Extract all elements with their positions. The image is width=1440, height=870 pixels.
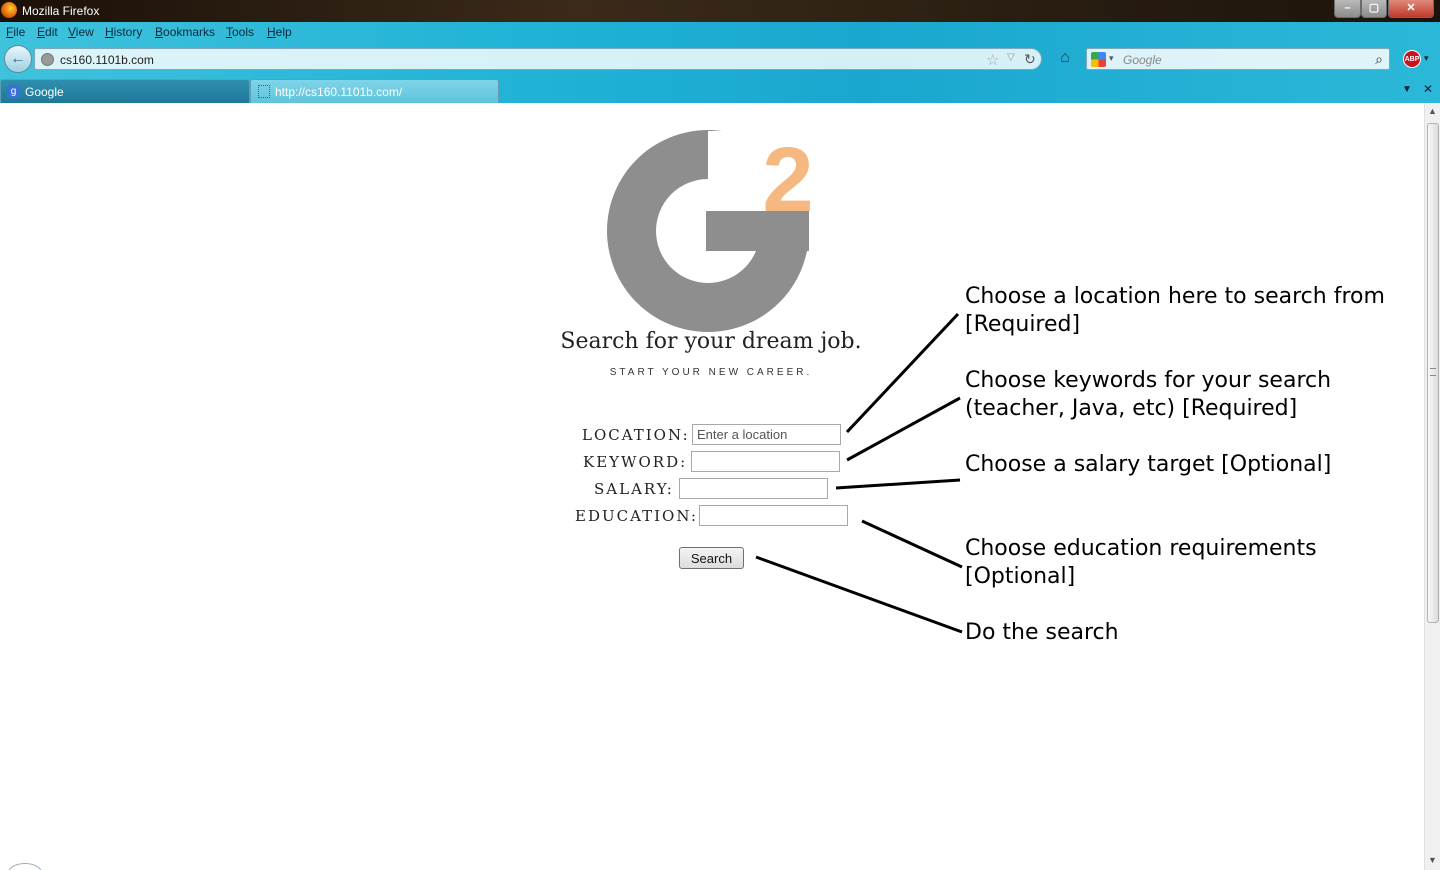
annotation-line-education	[861, 519, 963, 569]
home-icon[interactable]: ⌂	[1054, 49, 1076, 69]
annotation-search: Do the search	[965, 620, 1119, 645]
search-placeholder[interactable]: Google	[1123, 53, 1162, 67]
menu-view[interactable]: View	[68, 25, 94, 39]
scroll-down-icon[interactable]: ▼	[1428, 855, 1437, 865]
g2-logo: 2	[607, 129, 820, 332]
logo-superscript: 2	[762, 129, 813, 231]
url-dropdown-icon[interactable]: ▽	[1007, 52, 1015, 63]
status-indicator-icon	[8, 863, 42, 870]
tab-google[interactable]: g Google	[0, 79, 250, 103]
menu-bookmarks[interactable]: Bookmarks	[155, 25, 215, 39]
education-label: EDUCATION:	[575, 507, 698, 525]
salary-input[interactable]	[679, 478, 828, 499]
annotation-line-search	[755, 555, 963, 634]
annotation-location: Choose a location here to search from [R…	[965, 284, 1385, 337]
tab-label: http://cs160.1101b.com/	[275, 85, 403, 99]
menu-history[interactable]: History	[105, 25, 142, 39]
keyword-input[interactable]	[691, 451, 840, 472]
annotation-line-keyword	[846, 396, 961, 462]
scrollbar-grip	[1430, 368, 1436, 376]
window-titlebar: Mozilla Firefox – ▢ ✕	[0, 0, 1440, 22]
location-input[interactable]	[692, 424, 841, 445]
web-search-box[interactable]: ▾ Google ⌕	[1086, 48, 1390, 70]
annotation-keyword: Choose keywords for your search (teacher…	[965, 368, 1332, 421]
chevron-down-icon[interactable]: ▾	[1109, 53, 1114, 64]
keyword-label: KEYWORD:	[583, 453, 688, 471]
window-title: Mozilla Firefox	[22, 4, 100, 18]
annotation-salary: Choose a salary target [Optional]	[965, 452, 1332, 477]
tab-cs160[interactable]: http://cs160.1101b.com/	[250, 79, 499, 103]
annotation-line-salary	[835, 478, 961, 490]
vertical-scrollbar[interactable]: ▲ ▼	[1424, 103, 1440, 870]
menu-tools[interactable]: Tools	[226, 25, 254, 39]
tab-label: Google	[25, 85, 64, 99]
navigation-toolbar: ← cs160.1101b.com ☆ ▽ ↻ ⌂ ▾ Google ⌕ ABP…	[0, 44, 1440, 74]
adblock-dropdown-icon[interactable]: ▾	[1424, 53, 1429, 64]
adblock-icon[interactable]: ABP	[1403, 50, 1421, 68]
close-window-button[interactable]: ✕	[1388, 0, 1434, 18]
search-button[interactable]: Search	[679, 547, 744, 569]
url-text[interactable]: cs160.1101b.com	[60, 53, 154, 67]
page-subtitle: START YOUR NEW CAREER.	[609, 367, 813, 378]
firefox-logo-icon[interactable]	[1, 2, 17, 18]
page-title: Search for your dream job.	[560, 329, 862, 354]
globe-icon	[41, 53, 54, 66]
tab-list-icon[interactable]: ▼	[1402, 84, 1412, 95]
minimize-button[interactable]: –	[1334, 0, 1361, 18]
tab-bar: g Google http://cs160.1101b.com/ ▼ ✕	[0, 78, 1440, 103]
blank-page-icon	[258, 85, 270, 98]
annotation-education: Choose education requirements [Optional]	[965, 536, 1317, 589]
salary-label: SALARY:	[594, 480, 674, 498]
reload-icon[interactable]: ↻	[1024, 51, 1036, 68]
location-label: LOCATION:	[582, 426, 690, 444]
url-bar[interactable]: cs160.1101b.com ☆ ▽ ↻	[34, 48, 1042, 70]
menu-file[interactable]: File	[6, 25, 25, 39]
browser-chrome: File Edit View History Bookmarks Tools H…	[0, 22, 1440, 103]
menu-edit[interactable]: Edit	[37, 25, 58, 39]
google-favicon-icon: g	[7, 85, 20, 98]
close-tab-icon[interactable]: ✕	[1423, 82, 1433, 96]
education-input[interactable]	[699, 505, 848, 526]
magnifier-icon[interactable]: ⌕	[1375, 51, 1383, 68]
annotation-line-location	[845, 312, 960, 434]
scrollbar-thumb[interactable]	[1427, 123, 1439, 623]
back-arrow-icon[interactable]: ←	[4, 45, 32, 73]
page-content: 2 Search for your dream job. START YOUR …	[0, 103, 1424, 870]
google-icon[interactable]	[1091, 52, 1106, 67]
menu-help[interactable]: Help	[267, 25, 292, 39]
bookmark-star-icon[interactable]: ☆	[986, 51, 999, 69]
scroll-up-icon[interactable]: ▲	[1428, 106, 1437, 116]
maximize-button[interactable]: ▢	[1361, 0, 1387, 18]
